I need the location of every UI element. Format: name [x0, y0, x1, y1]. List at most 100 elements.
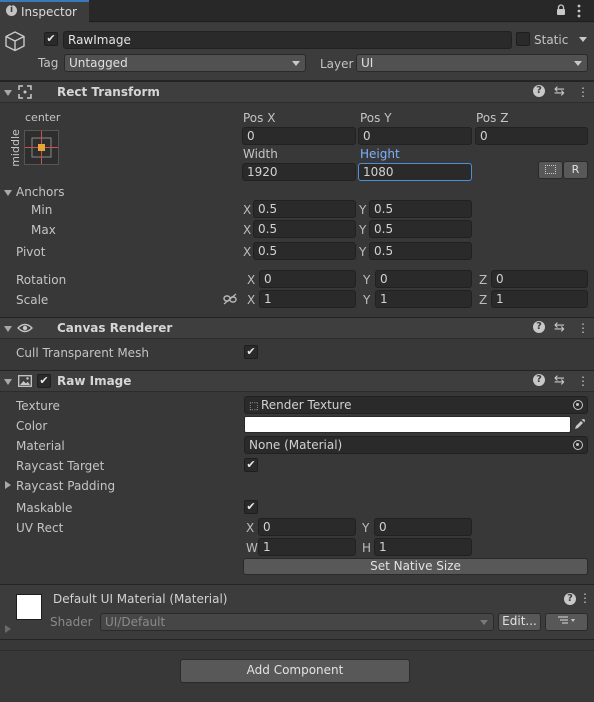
anchor-presets-button[interactable]: [24, 130, 59, 165]
object-picker-icon[interactable]: [573, 440, 583, 450]
chevron-down-icon: [292, 61, 300, 66]
list-menu-icon: [557, 614, 577, 629]
static-dropdown-arrow-icon[interactable]: [579, 37, 587, 42]
pos-z-label: Pos Z: [476, 111, 509, 125]
component-menu-icon[interactable]: ⋮: [577, 374, 589, 388]
check-icon: ✔: [246, 345, 256, 358]
pos-x-field[interactable]: 0: [242, 127, 356, 145]
min-x-field[interactable]: 0.5: [253, 200, 356, 218]
scale-x-field[interactable]: 1: [259, 290, 356, 308]
preset-sliders-icon[interactable]: ⇆: [554, 321, 565, 335]
raycast-target-label: Raycast Target: [16, 459, 105, 473]
help-icon[interactable]: ?: [533, 321, 545, 333]
material-foldout-icon[interactable]: [5, 625, 11, 633]
rotation-x-field[interactable]: 0: [259, 270, 356, 288]
texture-label: Texture: [16, 399, 60, 413]
check-icon: ✔: [246, 458, 256, 471]
material-preview-thumbnail: [16, 594, 42, 620]
rotation-y-field[interactable]: 0: [375, 270, 472, 288]
uv-x-label: X: [246, 521, 255, 535]
active-checkbox[interactable]: ✔: [44, 32, 58, 46]
gameobject-name-field[interactable]: RawImage: [63, 31, 512, 49]
uv-w-field[interactable]: 1: [258, 538, 356, 556]
uv-y-field[interactable]: 0: [374, 518, 472, 536]
raw-image-header[interactable]: ✔ Raw Image ? ⇆ ⋮: [0, 370, 594, 392]
color-swatch-field[interactable]: [244, 416, 571, 433]
set-native-size-button[interactable]: Set Native Size: [243, 558, 588, 575]
texture-object-field[interactable]: ⬚ Render Texture: [244, 396, 588, 414]
material-object-field[interactable]: None (Material): [244, 436, 588, 454]
max-x-field[interactable]: 0.5: [253, 220, 356, 238]
info-icon: i: [6, 5, 17, 16]
help-icon[interactable]: ?: [533, 374, 545, 386]
help-icon[interactable]: ?: [533, 85, 545, 97]
canvas-renderer-header[interactable]: Canvas Renderer ? ⇆ ⋮: [0, 317, 594, 339]
shader-options-button[interactable]: [545, 613, 588, 631]
tab-bar: [0, 0, 594, 22]
raycast-target-checkbox[interactable]: ✔: [244, 458, 258, 472]
anchor-h-label: center: [25, 111, 61, 124]
rot-z-label: Z: [479, 273, 488, 287]
uv-x-field[interactable]: 0: [258, 518, 356, 536]
component-menu-icon[interactable]: ⋮: [579, 591, 591, 605]
layer-value: UI: [361, 56, 374, 70]
check-icon: ✔: [39, 374, 49, 387]
scale-z-field[interactable]: 1: [491, 290, 588, 308]
static-checkbox[interactable]: [516, 32, 530, 46]
shader-dropdown[interactable]: UI/Default: [100, 613, 494, 631]
preset-sliders-icon[interactable]: ⇆: [554, 85, 565, 99]
anchors-foldout-icon[interactable]: [4, 190, 12, 196]
pivot-x-field[interactable]: 0.5: [253, 242, 356, 260]
material-section-title: Default UI Material (Material): [53, 592, 228, 606]
scale-x-label: X: [247, 293, 256, 307]
canvas-renderer-title: Canvas Renderer: [57, 321, 173, 335]
foldout-arrow-icon[interactable]: [4, 379, 12, 385]
edit-shader-button[interactable]: Edit...: [498, 613, 541, 631]
add-component-button[interactable]: Add Component: [180, 659, 410, 683]
preset-sliders-icon[interactable]: ⇆: [554, 374, 565, 388]
tab-inspector[interactable]: i Inspector: [0, 0, 89, 23]
anchors-label: Anchors: [16, 185, 65, 199]
rotation-z-field[interactable]: 0: [491, 270, 588, 288]
blueprint-mode-button[interactable]: [538, 161, 563, 179]
object-picker-icon[interactable]: [573, 400, 583, 410]
help-icon[interactable]: ?: [564, 593, 576, 605]
eyedropper-icon[interactable]: [574, 418, 586, 430]
min-label: Min: [31, 203, 53, 217]
color-label: Color: [16, 419, 48, 433]
uv-rect-label: UV Rect: [16, 521, 64, 535]
layer-label: Layer: [320, 57, 354, 71]
min-x-label: X: [243, 203, 252, 217]
component-menu-icon[interactable]: ⋮: [577, 85, 589, 99]
texture-value: Render Texture: [261, 398, 352, 412]
tag-dropdown[interactable]: Untagged: [64, 54, 306, 72]
layer-dropdown[interactable]: UI: [356, 54, 588, 72]
height-field[interactable]: 1080: [358, 163, 472, 181]
uv-h-label: H: [362, 541, 372, 555]
uv-h-field[interactable]: 1: [374, 538, 472, 556]
width-field[interactable]: 1920: [242, 163, 356, 181]
pivot-y-field[interactable]: 0.5: [369, 242, 472, 260]
kebab-menu-icon[interactable]: [577, 4, 581, 18]
blueprint-icon: [545, 165, 556, 174]
min-y-field[interactable]: 0.5: [369, 200, 472, 218]
component-menu-icon[interactable]: ⋮: [577, 321, 589, 335]
height-label: Height: [360, 147, 400, 161]
raw-image-enabled-checkbox[interactable]: ✔: [37, 374, 51, 388]
cull-transparent-mesh-checkbox[interactable]: ✔: [244, 345, 258, 359]
raycast-padding-foldout-icon[interactable]: [5, 481, 11, 489]
scale-y-field[interactable]: 1: [375, 290, 472, 308]
raw-edit-button[interactable]: R: [563, 161, 588, 179]
foldout-arrow-icon[interactable]: [4, 326, 12, 332]
foldout-arrow-icon[interactable]: [4, 90, 12, 96]
pos-y-label: Pos Y: [360, 111, 392, 125]
max-y-field[interactable]: 0.5: [369, 220, 472, 238]
gameobject-cube-icon: [4, 30, 26, 52]
constrain-proportions-link-icon[interactable]: [223, 293, 237, 305]
maskable-checkbox[interactable]: ✔: [244, 500, 258, 514]
lock-icon[interactable]: [556, 4, 566, 16]
rect-transform-header[interactable]: Rect Transform ? ⇆ ⋮: [0, 81, 594, 103]
pos-y-field[interactable]: 0: [358, 127, 472, 145]
tag-value: Untagged: [69, 56, 128, 70]
pos-z-field[interactable]: 0: [475, 127, 588, 145]
